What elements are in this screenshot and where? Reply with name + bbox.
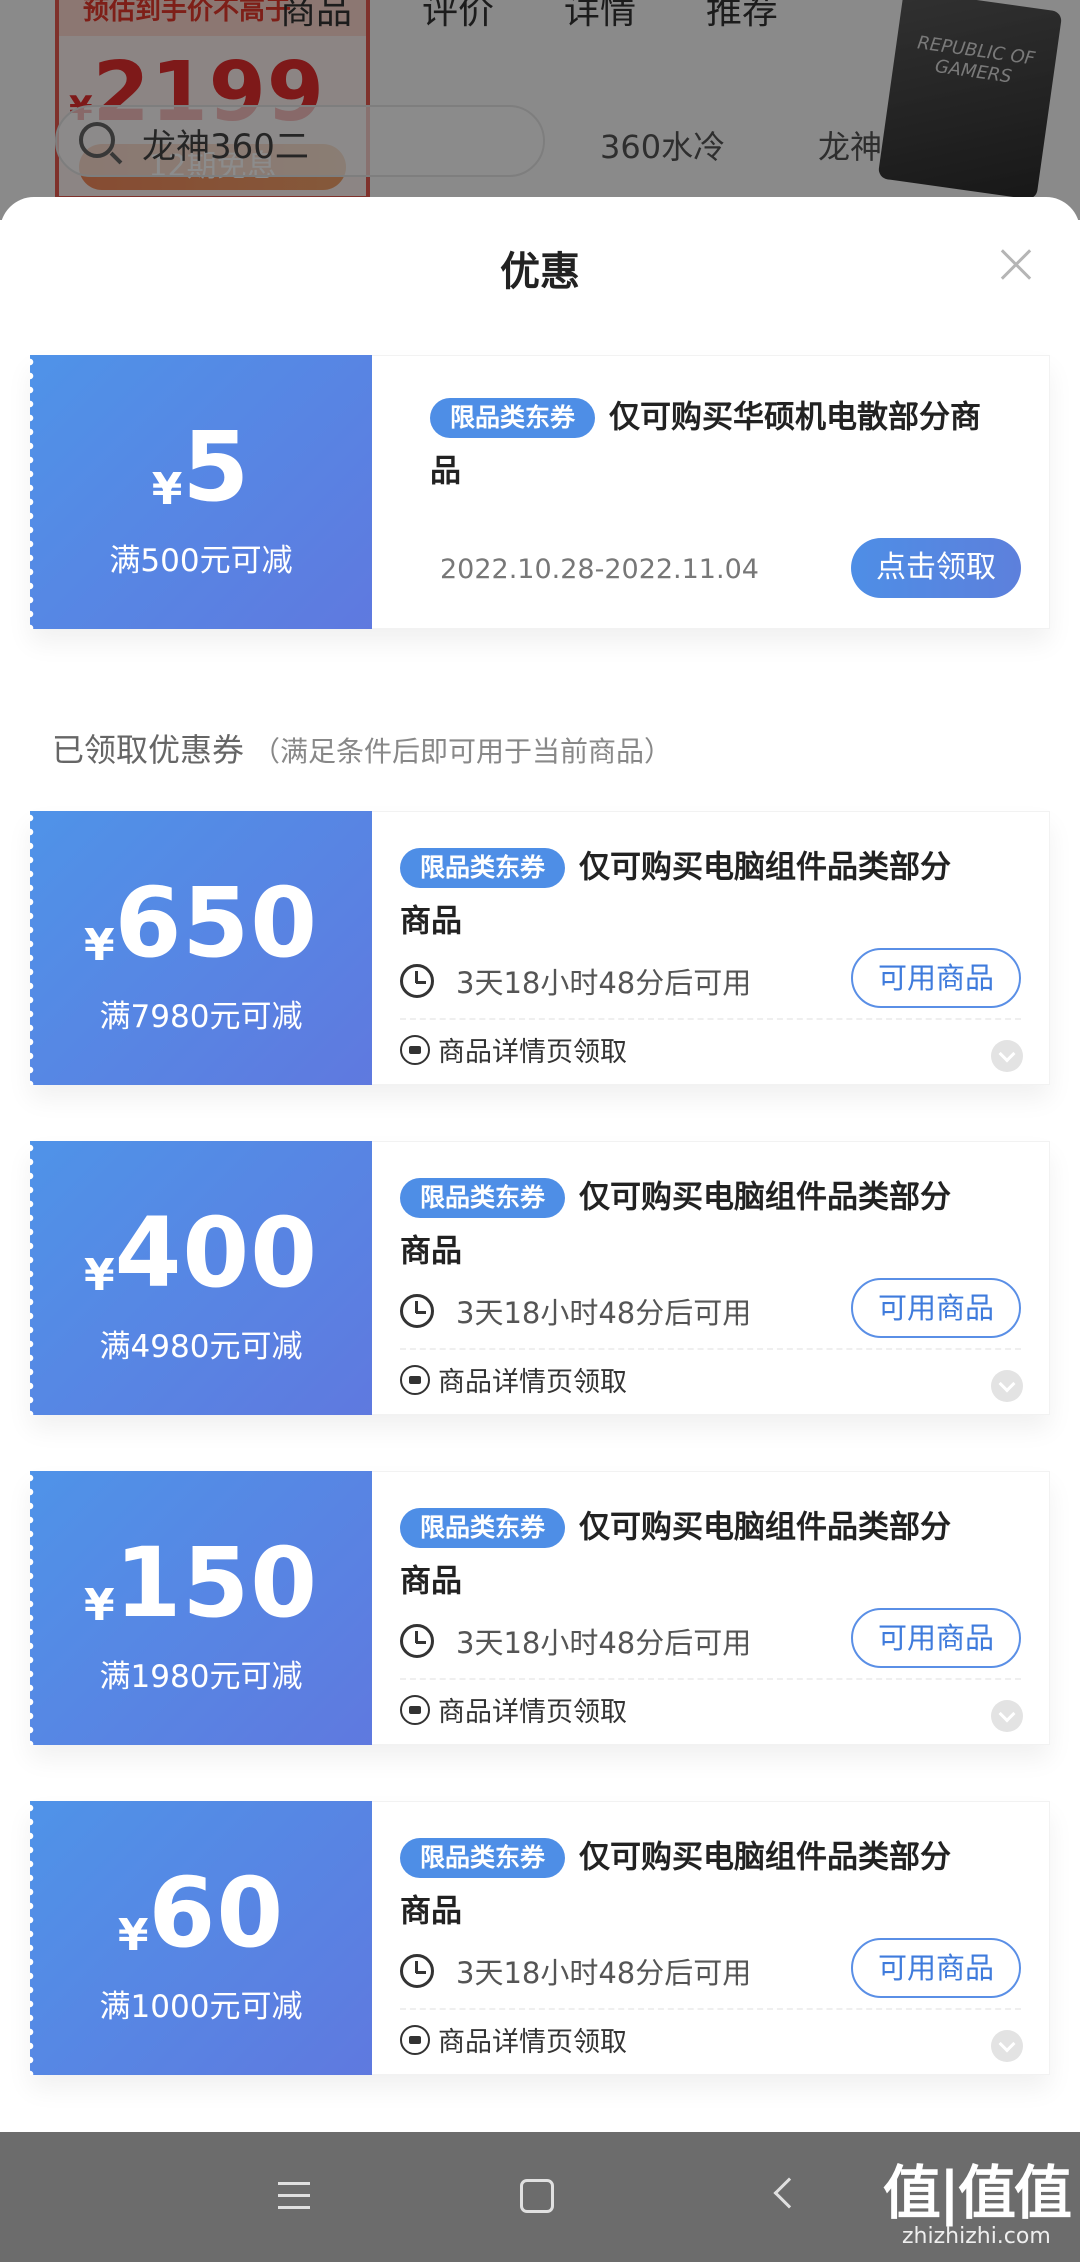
ticket-icon	[400, 1694, 430, 1725]
coupon-amount: ¥650	[30, 867, 372, 979]
coupon-card-unclaimed: ¥5 满500元可减 限品类东券 仅可购买华硕机电散部分商品 2022.10.28…	[30, 355, 1050, 629]
coupon-card-claimed: ¥400 满4980元可减 限品类东券 仅可购买电脑组件品类部分商品 3天18小时…	[30, 1141, 1050, 1415]
available-products-button[interactable]: 可用商品	[851, 1938, 1021, 1998]
coupon-description: 限品类东券 仅可购买电脑组件品类部分商品	[400, 1170, 960, 1277]
coupon-info: 限品类东券 仅可购买华硕机电散部分商品 2022.10.28-2022.11.04…	[372, 355, 1050, 629]
coupon-value-panel: ¥5 满500元可减	[30, 355, 372, 629]
coupon-card-claimed: ¥60 满1000元可减 限品类东券 仅可购买电脑组件品类部分商品 3天18小时4…	[30, 1801, 1050, 2075]
coupon-threshold: 满7980元可减	[99, 999, 303, 1035]
close-icon[interactable]	[996, 245, 1036, 285]
menu-icon[interactable]	[278, 2182, 310, 2210]
watermark-url: zhizhizhi.com	[902, 2224, 1051, 2249]
clock-icon	[400, 1954, 434, 1988]
currency-symbol: ¥	[83, 920, 115, 971]
currency-symbol: ¥	[117, 1910, 149, 1961]
chevron-down-icon[interactable]	[991, 1370, 1023, 1402]
ticket-icon	[400, 1364, 430, 1395]
back-icon[interactable]	[773, 2177, 805, 2209]
coupon-amount-value: 400	[114, 1197, 318, 1309]
coupon-description: 限品类东券 仅可购买电脑组件品类部分商品	[400, 840, 960, 947]
coupon-card-claimed: ¥650 满7980元可减 限品类东券 仅可购买电脑组件品类部分商品 3天18小时…	[30, 811, 1050, 1085]
coupon-amount-value: 5	[182, 411, 251, 523]
coupon-amount-value: 650	[114, 867, 318, 979]
divider	[400, 1348, 1021, 1350]
coupon-amount: ¥400	[30, 1197, 372, 1309]
section-title-text: 已领取优惠券	[52, 731, 245, 769]
coupon-source: 商品详情页领取	[400, 2020, 627, 2059]
coupon-validity: 2022.10.28-2022.11.04	[440, 554, 759, 585]
clock-icon	[400, 1624, 434, 1658]
coupon-countdown: 3天18小时48分后可用	[400, 1290, 751, 1332]
divider	[400, 1018, 1021, 1020]
watermark: 值|值值 zhizhizhi.com	[882, 2159, 1072, 2249]
coupon-sheet: 优惠 ¥5 满500元可减 限品类东券 仅可购买华硕机电散部分商品 2022.10…	[0, 197, 1080, 2132]
clock-icon	[400, 1294, 434, 1328]
coupon-value-panel: ¥650 满7980元可减	[30, 811, 372, 1085]
coupon-tag: 限品类东券	[400, 847, 566, 888]
coupon-amount-value: 150	[114, 1527, 318, 1639]
currency-symbol: ¥	[151, 464, 183, 515]
coupon-card-claimed: ¥150 满1980元可减 限品类东券 仅可购买电脑组件品类部分商品 3天18小时…	[30, 1471, 1050, 1745]
coupon-threshold: 满1980元可减	[99, 1659, 303, 1695]
coupon-amount-value: 60	[148, 1857, 285, 1969]
coupon-amount: ¥150	[30, 1527, 372, 1639]
clock-icon	[400, 964, 434, 998]
coupon-info: 限品类东券 仅可购买电脑组件品类部分商品 3天18小时48分后可用 可用商品 商品…	[372, 1801, 1050, 2075]
divider	[400, 2008, 1021, 2010]
coupon-description: 限品类东券 仅可购买华硕机电散部分商品	[430, 390, 990, 497]
ticket-icon	[400, 1034, 430, 1065]
chevron-down-icon[interactable]	[991, 1040, 1023, 1072]
countdown-text: 3天18小时48分后可用	[456, 966, 752, 1000]
coupon-countdown: 3天18小时48分后可用	[400, 960, 751, 1002]
coupon-tag: 限品类东券	[430, 397, 596, 438]
system-nav-bar: 值|值值 zhizhizhi.com	[0, 2132, 1080, 2262]
coupon-value-panel: ¥60 满1000元可减	[30, 1801, 372, 2075]
section-title: 已领取优惠券 （满足条件后即可用于当前商品）	[52, 725, 672, 771]
coupon-source-text: 商品详情页领取	[438, 1037, 627, 1068]
background-page: 预估到手价不高于 ¥2199 12期免息 商品 评价 详情 推荐 龙神360二 …	[0, 0, 1080, 220]
coupon-value-panel: ¥400 满4980元可减	[30, 1141, 372, 1415]
countdown-text: 3天18小时48分后可用	[456, 1956, 752, 1990]
overlay-dim[interactable]	[0, 0, 1080, 220]
coupon-amount: ¥5	[30, 411, 372, 523]
available-products-button[interactable]: 可用商品	[851, 948, 1021, 1008]
coupon-threshold: 满500元可减	[109, 543, 293, 579]
currency-symbol: ¥	[83, 1250, 115, 1301]
chevron-down-icon[interactable]	[991, 1700, 1023, 1732]
coupon-source: 商品详情页领取	[400, 1360, 627, 1399]
coupon-description: 限品类东券 仅可购买电脑组件品类部分商品	[400, 1500, 960, 1607]
home-icon[interactable]	[520, 2179, 554, 2213]
coupon-info: 限品类东券 仅可购买电脑组件品类部分商品 3天18小时48分后可用 可用商品 商品…	[372, 811, 1050, 1085]
coupon-threshold: 满4980元可减	[99, 1329, 303, 1365]
coupon-amount: ¥60	[30, 1857, 372, 1969]
coupon-source-text: 商品详情页领取	[438, 2027, 627, 2058]
coupon-source-text: 商品详情页领取	[438, 1697, 627, 1728]
coupon-info: 限品类东券 仅可购买电脑组件品类部分商品 3天18小时48分后可用 可用商品 商品…	[372, 1141, 1050, 1415]
coupon-threshold: 满1000元可减	[99, 1989, 303, 2025]
currency-symbol: ¥	[83, 1580, 115, 1631]
sheet-title: 优惠	[500, 249, 580, 295]
coupon-source-text: 商品详情页领取	[438, 1367, 627, 1398]
coupon-value-panel: ¥150 满1980元可减	[30, 1471, 372, 1745]
coupon-countdown: 3天18小时48分后可用	[400, 1950, 751, 1992]
coupon-source: 商品详情页领取	[400, 1030, 627, 1069]
claim-button[interactable]: 点击领取	[851, 538, 1021, 598]
coupon-tag: 限品类东券	[400, 1507, 566, 1548]
divider	[400, 1678, 1021, 1680]
coupon-source: 商品详情页领取	[400, 1690, 627, 1729]
section-subtitle: （满足条件后即可用于当前商品）	[252, 735, 673, 768]
available-products-button[interactable]: 可用商品	[851, 1608, 1021, 1668]
watermark-logo: 值|值值	[882, 2159, 1072, 2227]
coupon-countdown: 3天18小时48分后可用	[400, 1620, 751, 1662]
countdown-text: 3天18小时48分后可用	[456, 1626, 752, 1660]
chevron-down-icon[interactable]	[991, 2030, 1023, 2062]
coupon-tag: 限品类东券	[400, 1177, 566, 1218]
ticket-icon	[400, 2024, 430, 2055]
coupon-description: 限品类东券 仅可购买电脑组件品类部分商品	[400, 1830, 960, 1937]
coupon-info: 限品类东券 仅可购买电脑组件品类部分商品 3天18小时48分后可用 可用商品 商品…	[372, 1471, 1050, 1745]
coupon-tag: 限品类东券	[400, 1837, 566, 1878]
countdown-text: 3天18小时48分后可用	[456, 1296, 752, 1330]
available-products-button[interactable]: 可用商品	[851, 1278, 1021, 1338]
